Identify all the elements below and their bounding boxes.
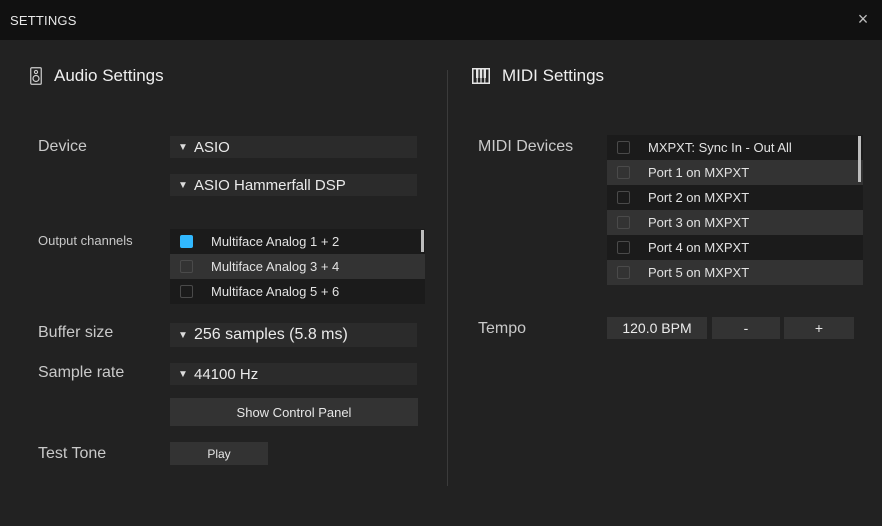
midi-device-checkbox[interactable]: [617, 241, 630, 254]
midi-device-row[interactable]: Port 1 on MXPXT: [607, 160, 863, 185]
settings-window: SETTINGS × Audio Settings MIDI Settings …: [0, 0, 882, 526]
channel-checkbox[interactable]: [180, 260, 193, 273]
device-type-dropdown[interactable]: ▼ ASIO: [170, 136, 417, 158]
output-channels-scrollbar[interactable]: [421, 230, 424, 252]
midi-device-row[interactable]: MXPXT: Sync In - Out All: [607, 135, 863, 160]
buffer-size-label: Buffer size: [38, 324, 114, 341]
speaker-icon: [30, 67, 42, 85]
test-tone-label: Test Tone: [38, 445, 107, 462]
audio-settings-header: Audio Settings: [30, 66, 164, 86]
chevron-down-icon: ▼: [178, 368, 188, 380]
section-divider: [447, 70, 448, 486]
channel-checkbox[interactable]: [180, 235, 193, 248]
piano-keys-icon: [472, 68, 490, 84]
channel-label: Multiface Analog 1 + 2: [211, 234, 340, 249]
title-bar: SETTINGS ×: [0, 0, 882, 40]
midi-device-label: Port 1 on MXPXT: [648, 165, 750, 180]
tempo-increment-button[interactable]: +: [784, 317, 854, 339]
output-channels-label: Output channels: [38, 233, 133, 248]
midi-device-row[interactable]: Port 5 on MXPXT: [607, 260, 863, 285]
window-title: SETTINGS: [10, 13, 77, 28]
midi-devices-list: MXPXT: Sync In - Out All Port 1 on MXPXT…: [607, 135, 863, 285]
buffer-size-dropdown[interactable]: ▼ 256 samples (5.8 ms): [170, 323, 417, 347]
midi-devices-label: MIDI Devices: [478, 138, 574, 155]
midi-settings-header: MIDI Settings: [472, 66, 604, 86]
output-channel-row[interactable]: Multiface Analog 5 + 6: [170, 279, 425, 304]
show-control-panel-button[interactable]: Show Control Panel: [170, 398, 418, 426]
midi-device-checkbox[interactable]: [617, 141, 630, 154]
chevron-down-icon: ▼: [178, 329, 188, 341]
play-button[interactable]: Play: [170, 442, 268, 465]
tempo-label: Tempo: [478, 320, 527, 337]
midi-device-label: Port 4 on MXPXT: [648, 240, 750, 255]
tempo-value[interactable]: 120.0 BPM: [607, 317, 707, 339]
midi-device-row[interactable]: Port 3 on MXPXT: [607, 210, 863, 235]
buffer-size-value: 256 samples (5.8 ms): [194, 326, 348, 343]
midi-device-row[interactable]: Port 2 on MXPXT: [607, 185, 863, 210]
output-channel-row[interactable]: Multiface Analog 1 + 2: [170, 229, 425, 254]
output-channel-row[interactable]: Multiface Analog 3 + 4: [170, 254, 425, 279]
midi-devices-scrollbar[interactable]: [858, 136, 861, 182]
midi-settings-title: MIDI Settings: [502, 66, 605, 85]
device-type-value: ASIO: [194, 138, 230, 156]
device-label: Device: [38, 138, 87, 155]
channel-checkbox[interactable]: [180, 285, 193, 298]
midi-device-checkbox[interactable]: [617, 266, 630, 279]
chevron-down-icon: ▼: [178, 179, 188, 191]
midi-device-label: Port 3 on MXPXT: [648, 215, 750, 230]
midi-device-checkbox[interactable]: [617, 191, 630, 204]
midi-device-checkbox[interactable]: [617, 166, 630, 179]
device-name-dropdown[interactable]: ▼ ASIO Hammerfall DSP: [170, 174, 417, 196]
channel-label: Multiface Analog 3 + 4: [211, 259, 340, 274]
output-channels-list: Multiface Analog 1 + 2 Multiface Analog …: [170, 229, 425, 304]
midi-device-label: Port 2 on MXPXT: [648, 190, 750, 205]
audio-settings-title: Audio Settings: [54, 66, 164, 85]
midi-device-label: Port 5 on MXPXT: [648, 265, 750, 280]
sample-rate-label: Sample rate: [38, 364, 125, 381]
sample-rate-dropdown[interactable]: ▼ 44100 Hz: [170, 363, 417, 385]
close-icon[interactable]: ×: [854, 10, 872, 28]
device-name-value: ASIO Hammerfall DSP: [194, 176, 346, 194]
sample-rate-value: 44100 Hz: [194, 365, 259, 383]
tempo-decrement-button[interactable]: -: [712, 317, 780, 339]
midi-device-checkbox[interactable]: [617, 216, 630, 229]
midi-device-row[interactable]: Port 4 on MXPXT: [607, 235, 863, 260]
chevron-down-icon: ▼: [178, 141, 188, 153]
channel-label: Multiface Analog 5 + 6: [211, 284, 340, 299]
midi-device-label: MXPXT: Sync In - Out All: [648, 140, 792, 155]
